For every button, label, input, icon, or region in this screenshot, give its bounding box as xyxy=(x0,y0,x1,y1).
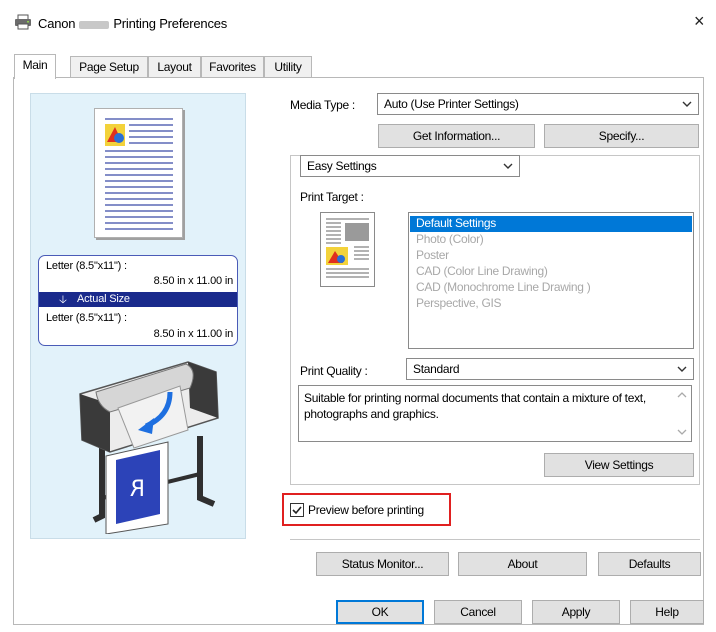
help-button[interactable]: Help xyxy=(630,600,704,624)
tab-layout[interactable]: Layout xyxy=(148,56,201,78)
list-item[interactable]: CAD (Color Line Drawing) xyxy=(410,264,692,280)
list-item[interactable]: Default Settings xyxy=(410,216,692,232)
paper-preview xyxy=(94,108,183,238)
tab-main[interactable]: Main xyxy=(14,54,56,79)
printer-app-icon xyxy=(15,14,31,30)
actual-size-band: 🡣 Actual Size xyxy=(39,292,237,307)
status-monitor-button[interactable]: Status Monitor... xyxy=(316,552,449,576)
list-item[interactable]: Perspective, GIS xyxy=(410,296,692,312)
list-item[interactable]: CAD (Monochrome Line Drawing ) xyxy=(410,280,692,296)
redacted-model-name xyxy=(79,20,110,29)
svg-text:R: R xyxy=(130,477,145,502)
description-box: Suitable for printing normal documents t… xyxy=(298,385,692,442)
preview-before-printing-label[interactable]: Preview before printing xyxy=(308,503,424,517)
actual-size-label: Actual Size xyxy=(77,293,130,305)
preview-before-printing-checkbox[interactable] xyxy=(290,503,304,517)
media-type-value: Auto (Use Printer Settings) xyxy=(384,97,519,111)
media-type-label: Media Type : xyxy=(290,98,355,112)
print-target-list[interactable]: Default Settings Photo (Color) Poster CA… xyxy=(408,212,694,349)
divider xyxy=(290,539,700,540)
description-text: Suitable for printing normal documents t… xyxy=(304,391,646,421)
chevron-down-icon xyxy=(682,101,692,107)
source-paper-label: Letter (8.5"x11") : xyxy=(46,260,127,272)
checkmark-icon xyxy=(292,506,302,515)
description-scrollbar[interactable] xyxy=(674,387,690,440)
output-paper-dims: 8.50 in x 11.00 in xyxy=(153,328,234,340)
about-button[interactable]: About xyxy=(458,552,587,576)
settings-mode-value: Easy Settings xyxy=(307,159,377,173)
chevron-down-icon xyxy=(503,163,513,169)
cancel-button[interactable]: Cancel xyxy=(434,600,522,624)
tab-page-setup[interactable]: Page Setup xyxy=(70,56,148,78)
document-preview-icon xyxy=(105,118,173,230)
print-target-thumbnail xyxy=(320,212,375,287)
view-settings-button[interactable]: View Settings xyxy=(544,453,694,477)
source-paper-dims: 8.50 in x 11.00 in xyxy=(153,275,234,287)
apply-button[interactable]: Apply xyxy=(532,600,620,624)
close-button[interactable]: × xyxy=(694,12,705,30)
tab-utility[interactable]: Utility xyxy=(264,56,312,78)
print-quality-value: Standard xyxy=(413,362,460,376)
output-paper-label: Letter (8.5"x11") : xyxy=(46,312,127,324)
tab-favorites[interactable]: Favorites xyxy=(201,56,264,78)
chevron-down-icon xyxy=(677,366,687,372)
mixed-document-icon xyxy=(326,218,369,278)
window-title-brand: Canon xyxy=(38,16,76,31)
media-type-dropdown[interactable]: Auto (Use Printer Settings) xyxy=(377,93,699,115)
print-quality-dropdown[interactable]: Standard xyxy=(406,358,694,380)
window-title: Canon Printing Preferences xyxy=(38,16,227,31)
specify-button[interactable]: Specify... xyxy=(544,124,699,148)
print-quality-label: Print Quality : xyxy=(300,364,368,378)
defaults-button[interactable]: Defaults xyxy=(598,552,701,576)
print-target-label: Print Target : xyxy=(300,190,364,204)
settings-mode-dropdown[interactable]: Easy Settings xyxy=(300,155,520,177)
large-format-printer-illustration: R xyxy=(79,361,219,534)
get-information-button[interactable]: Get Information... xyxy=(378,124,535,148)
window-title-text: Printing Preferences xyxy=(113,16,228,31)
list-item[interactable]: Poster xyxy=(410,248,692,264)
list-item[interactable]: Photo (Color) xyxy=(410,232,692,248)
ok-button[interactable]: OK xyxy=(336,600,424,624)
paper-size-info: Letter (8.5"x11") : 8.50 in x 11.00 in 🡣… xyxy=(38,255,238,346)
down-arrow-icon: 🡣 xyxy=(59,294,67,306)
